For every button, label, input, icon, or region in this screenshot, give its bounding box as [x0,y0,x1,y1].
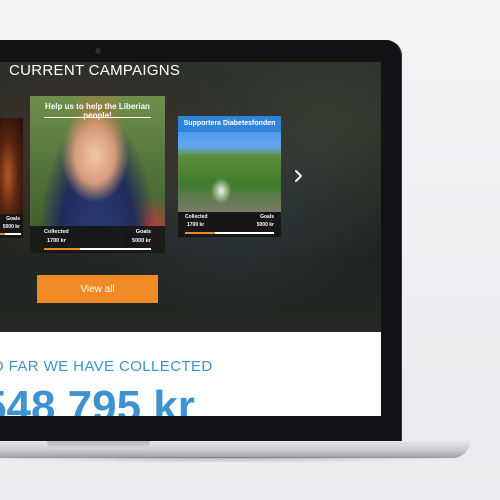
goals-value: 5000 kr [256,222,274,228]
collected-label: Collected [185,214,208,220]
goals-value: 5000 kr [132,238,151,244]
campaign-title: Supportera Diabetesfonden [178,116,281,132]
collected-value: 1700 kr [187,222,205,228]
progress-bar [0,233,21,235]
laptop-notch [47,441,150,449]
campaign-image [0,118,23,214]
chevron-right-icon[interactable] [293,168,305,184]
campaigns-hero: CURRENT CAMPAIGNS Goals 5000 kr Help us … [0,62,381,332]
progress-bar [44,248,151,250]
campaign-card-left[interactable]: Goals 5000 kr [0,118,23,238]
campaign-card-diabetes[interactable]: Supportera Diabetesfonden Collected 1700… [178,116,281,237]
collected-total: 548 795 kr [0,382,195,416]
title-divider [44,117,151,118]
campaign-card-liberia[interactable]: Help us to help the Liberian people! Col… [30,96,165,253]
progress-bar [185,232,274,234]
goals-label: Goals [135,229,151,235]
view-all-button[interactable]: View all [37,275,158,303]
goals-value: 5000 kr [2,224,20,230]
progress-fill [44,248,81,250]
campaign-stats: Goals 5000 kr [0,214,23,238]
goals-label: Goals [6,216,20,222]
collected-section: O FAR WE HAVE COLLECTED 548 795 kr [0,332,381,416]
collected-label: Collected [44,229,69,235]
campaign-stats: Collected 1700 kr Goals 5000 kr [178,212,281,237]
collected-heading: O FAR WE HAVE COLLECTED [0,358,213,375]
laptop-screen: CURRENT CAMPAIGNS Goals 5000 kr Help us … [0,62,381,416]
laptop-shadow [0,457,465,463]
goals-label: Goals [260,214,274,220]
collected-value: 1700 kr [47,238,66,244]
progress-fill [185,232,216,234]
webcam [95,48,101,54]
campaign-stats: Collected 1700 kr Goals 5000 kr [30,226,165,253]
progress-fill [0,233,5,235]
campaigns-title: CURRENT CAMPAIGNS [9,62,181,79]
